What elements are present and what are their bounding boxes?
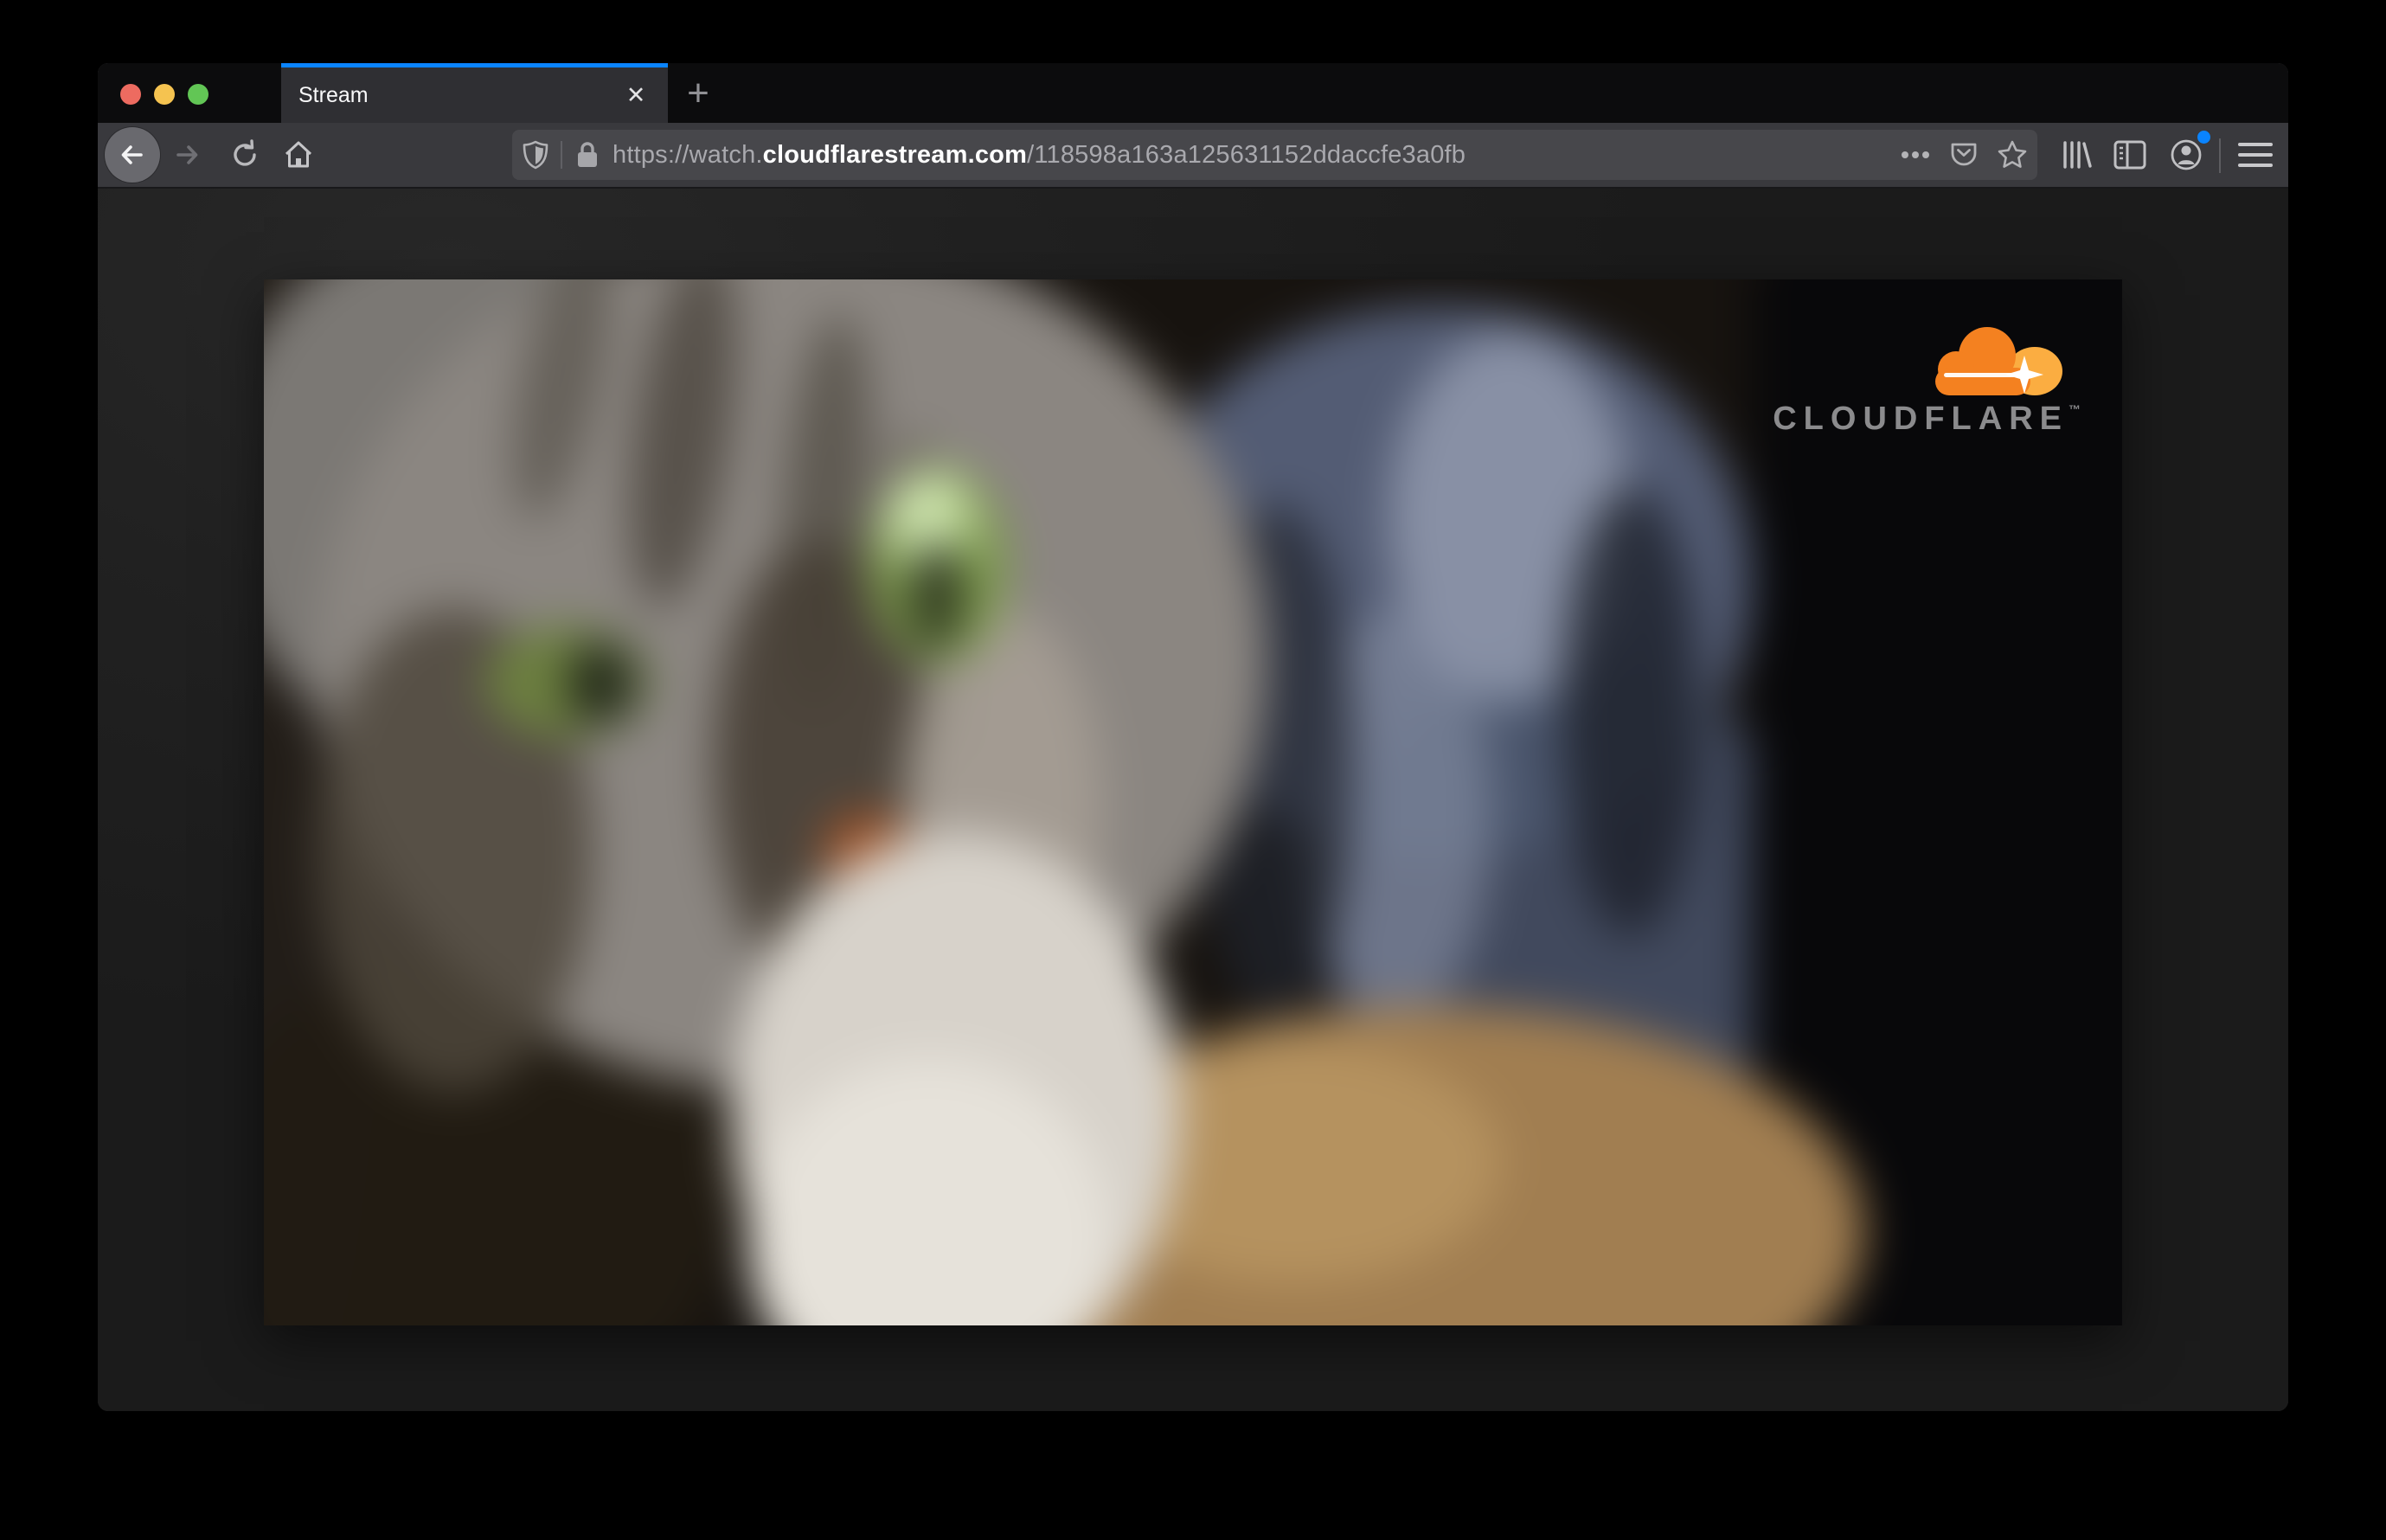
page-actions-button[interactable]: [1899, 138, 1932, 171]
cloudflare-cloud-icon: [1935, 327, 2062, 395]
reload-button[interactable]: [228, 138, 261, 171]
browser-window: Stream ✕ + https://watch.cloudflarestrea…: [98, 63, 2288, 1411]
minimize-window-button[interactable]: [154, 84, 175, 105]
zoom-window-button[interactable]: [188, 84, 208, 105]
lock-icon: [578, 142, 597, 167]
bookmark-star-icon: [1998, 140, 2027, 168]
reload-icon: [234, 139, 256, 166]
url-path: /118598a163a125631152ddaccfe3a0fb: [1027, 140, 1466, 169]
url-display[interactable]: https://watch.cloudflarestream.com/11859…: [613, 141, 1466, 170]
menu-button[interactable]: [2236, 136, 2274, 174]
tracking-protection-button[interactable]: [519, 138, 552, 171]
trademark-symbol: ™: [2069, 402, 2081, 416]
account-notification-badge: [2197, 131, 2210, 144]
new-tab-icon: +: [687, 72, 709, 114]
url-domain: cloudflarestream.com: [762, 140, 1028, 169]
bookmark-button[interactable]: [1996, 138, 2029, 171]
video-player[interactable]: CLOUDFLARE™: [264, 279, 2122, 1325]
library-icon: [2063, 141, 2092, 169]
close-tab-icon[interactable]: ✕: [621, 80, 651, 110]
page-action-buttons: [1899, 130, 2029, 180]
forward-icon: [176, 145, 198, 164]
tab-title: Stream: [298, 82, 369, 107]
address-bar-divider: [561, 141, 562, 169]
address-bar[interactable]: https://watch.cloudflarestream.com/11859…: [512, 130, 2037, 180]
toolbar-divider: [2219, 138, 2221, 173]
sidebar-button[interactable]: [2111, 136, 2149, 174]
home-icon: [285, 141, 312, 168]
cloudflare-wordmark: CLOUDFLARE™: [1773, 401, 2081, 437]
shield-icon: [523, 140, 548, 170]
navigation-toolbar: https://watch.cloudflarestream.com/11859…: [98, 123, 2288, 189]
back-button[interactable]: [105, 127, 160, 183]
tab-bar: Stream ✕ +: [98, 63, 2288, 123]
window-controls: [120, 84, 208, 105]
pocket-icon: [1951, 143, 1977, 166]
home-button[interactable]: [282, 138, 315, 171]
new-tab-button[interactable]: +: [682, 72, 715, 114]
tab-stream[interactable]: Stream ✕: [281, 63, 668, 123]
sidebar-icon: [2113, 140, 2146, 170]
menu-icon: [2238, 143, 2273, 167]
page-content: CLOUDFLARE™: [98, 189, 2288, 1411]
page-actions-icon: [1902, 151, 1929, 158]
account-icon: [2171, 139, 2202, 170]
back-icon: [121, 145, 143, 164]
library-button[interactable]: [2056, 136, 2094, 174]
forward-button[interactable]: [171, 139, 202, 170]
close-window-button[interactable]: [120, 84, 141, 105]
url-prefix: https://watch.: [613, 140, 763, 169]
account-button[interactable]: [2167, 131, 2210, 174]
pocket-button[interactable]: [1947, 138, 1980, 171]
